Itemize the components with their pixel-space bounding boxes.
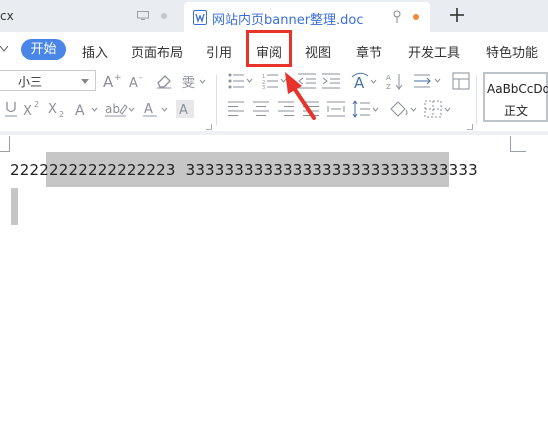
- sort-icon[interactable]: A Z: [386, 72, 406, 90]
- svg-text:Z: Z: [386, 83, 391, 90]
- ribbon-divider: [216, 75, 217, 125]
- monitor-icon[interactable]: [137, 11, 149, 20]
- svg-text:A: A: [179, 103, 188, 118]
- tab-active-doc[interactable]: 网站内页banner整理.doc: [184, 2, 430, 32]
- tab-active-title: 网站内页banner整理.doc: [212, 13, 364, 28]
- margin-corner-mark: [510, 136, 526, 152]
- menu-references[interactable]: 引用: [206, 42, 232, 61]
- svg-text:A: A: [144, 102, 153, 117]
- svg-text:A: A: [103, 73, 114, 90]
- character-shading-icon[interactable]: A: [176, 100, 194, 118]
- ribbon-toolbar: 小三 A + A - 雯 X 2 X 2 A ab A A 1 2 3 A A …: [0, 67, 548, 131]
- grow-font-icon[interactable]: A +: [102, 72, 122, 90]
- menu-view[interactable]: 视图: [305, 42, 331, 61]
- svg-text:2: 2: [34, 100, 39, 109]
- chevron-down-icon: [81, 79, 89, 84]
- increase-indent-icon[interactable]: [322, 73, 340, 89]
- highlight-color-icon[interactable]: ab: [104, 100, 136, 118]
- font-color-icon[interactable]: A: [142, 100, 170, 118]
- margin-corner-mark: [0, 136, 10, 152]
- svg-text:雯: 雯: [182, 76, 195, 91]
- underline-icon[interactable]: [4, 101, 18, 117]
- style-name: 正文: [504, 104, 529, 118]
- chevron-down-icon[interactable]: [0, 46, 8, 52]
- menu-developer[interactable]: 开发工具: [408, 42, 460, 61]
- svg-text:A: A: [386, 74, 391, 82]
- document-text-line[interactable]: 22222222222222223 3333333333333333333333…: [10, 161, 478, 179]
- svg-text:2: 2: [59, 110, 64, 118]
- selected-empty-line: [11, 188, 18, 225]
- font-size-value: 小三: [18, 75, 43, 89]
- phonetic-guide-icon[interactable]: 雯: [180, 71, 206, 91]
- shrink-font-icon[interactable]: A -: [128, 72, 148, 90]
- svg-text:3: 3: [262, 85, 265, 89]
- close-dot-icon[interactable]: [161, 13, 167, 19]
- word-doc-icon: [193, 10, 207, 25]
- superscript-icon[interactable]: X 2: [22, 100, 42, 118]
- menu-special-features[interactable]: 特色功能: [486, 42, 538, 61]
- new-tab-plus-icon[interactable]: [448, 6, 466, 24]
- dialog-launcher-icon[interactable]: [206, 124, 212, 130]
- distributed-align-icon[interactable]: [327, 101, 345, 117]
- tab-bar: cx 网站内页banner整理.doc: [0, 0, 548, 32]
- eraser-icon[interactable]: [155, 73, 173, 89]
- svg-text:X: X: [48, 102, 57, 117]
- review-highlight-box: [246, 30, 292, 67]
- borders-icon[interactable]: [424, 100, 452, 118]
- svg-text:A: A: [75, 103, 85, 118]
- style-normal[interactable]: AaBbCcDd 正文: [483, 72, 548, 122]
- dialog-launcher-icon[interactable]: [467, 124, 473, 130]
- tab-previous-label: cx: [0, 9, 14, 23]
- menu-chapter[interactable]: 章节: [356, 42, 382, 61]
- tab-previous-doc[interactable]: cx: [0, 0, 182, 32]
- svg-text:+: +: [114, 73, 122, 83]
- svg-text:X: X: [23, 104, 32, 118]
- document-page[interactable]: 22222222222222223 3333333333333333333333…: [0, 135, 548, 445]
- annotation-arrow: [285, 72, 316, 120]
- unsaved-indicator: [413, 14, 419, 20]
- menu-page-layout[interactable]: 页面布局: [131, 42, 183, 61]
- pin-icon[interactable]: [392, 10, 402, 24]
- align-left-icon[interactable]: [228, 101, 244, 117]
- text-effect-icon[interactable]: A: [74, 100, 100, 118]
- svg-text:A: A: [129, 76, 138, 90]
- svg-text:A: A: [354, 74, 365, 91]
- line-spacing-icon[interactable]: [352, 100, 380, 118]
- line-spacing-adjust-icon[interactable]: [414, 72, 444, 90]
- table-grid-icon[interactable]: [452, 72, 470, 90]
- bullet-list-icon[interactable]: [228, 73, 254, 89]
- text-direction-icon[interactable]: A: [350, 71, 378, 91]
- shading-fill-icon[interactable]: [388, 100, 418, 118]
- menu-insert[interactable]: 插入: [82, 42, 108, 61]
- style-preview-text: AaBbCcDd: [487, 82, 548, 96]
- ribbon-divider: [476, 75, 477, 125]
- align-center-icon[interactable]: [253, 101, 269, 117]
- menu-home[interactable]: 开始: [21, 39, 66, 60]
- font-size-select[interactable]: 小三: [0, 70, 96, 91]
- svg-text:-: -: [139, 73, 142, 83]
- subscript-icon[interactable]: X 2: [47, 100, 67, 118]
- svg-text:ab: ab: [105, 102, 120, 116]
